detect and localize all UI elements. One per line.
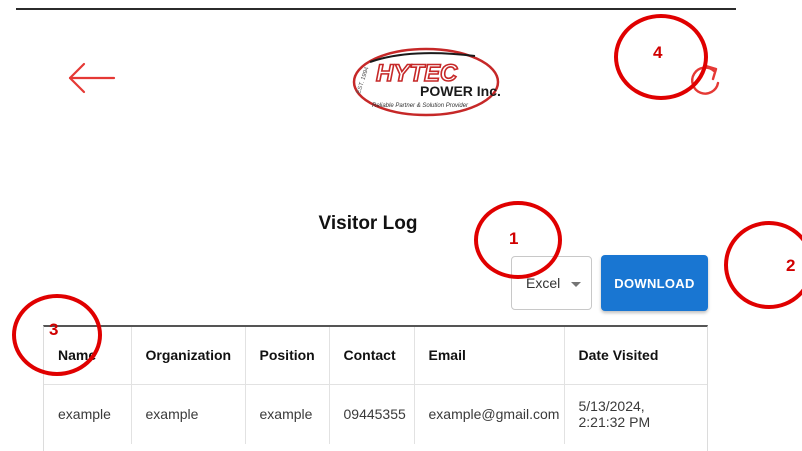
table-header-row: Name Organization Position Contact Email… [44,327,707,385]
column-header-date-visited[interactable]: Date Visited [564,327,707,385]
refresh-icon [691,64,720,95]
logo-tagline-text: Reliable Partner & Solution Provider [372,103,469,109]
column-header-organization[interactable]: Organization [131,327,246,385]
cell-contact: 09445355 [329,384,415,444]
cell-date-visited: 5/13/2024, 2:21:32 PM [578,398,651,431]
column-header-email[interactable]: Email [414,327,565,385]
company-logo: EST. 1994 HYTEC POWER Inc. Reliable Part… [350,44,501,118]
cell-email: example@gmail.com [414,384,565,444]
export-format-select[interactable]: Excel [511,256,592,310]
page-title: Visitor Log [318,213,418,234]
back-button[interactable] [64,58,120,98]
column-header-name[interactable]: Name [44,327,132,385]
cell-organization: example [131,384,246,444]
export-format-value: Excel [526,275,561,291]
visitor-log-screen: EST. 1994 HYTEC POWER Inc. Reliable Part… [0,0,802,451]
annotation-number: 2 [786,256,796,275]
top-divider [16,8,736,10]
caret-down-icon [571,282,581,287]
arrow-left-icon [68,62,116,94]
cell-position: example [245,384,330,444]
column-header-contact[interactable]: Contact [329,327,415,385]
annotation-number: 4 [653,43,663,62]
download-button[interactable]: DOWNLOAD [601,255,708,311]
table-row: example example example 09445355 example… [44,384,707,444]
refresh-button[interactable] [684,58,728,102]
logo-sub-text: POWER Inc. [420,83,500,99]
column-header-position[interactable]: Position [245,327,330,385]
visitor-table: Name Organization Position Contact Email… [43,325,708,451]
cell-name: example [44,384,132,444]
